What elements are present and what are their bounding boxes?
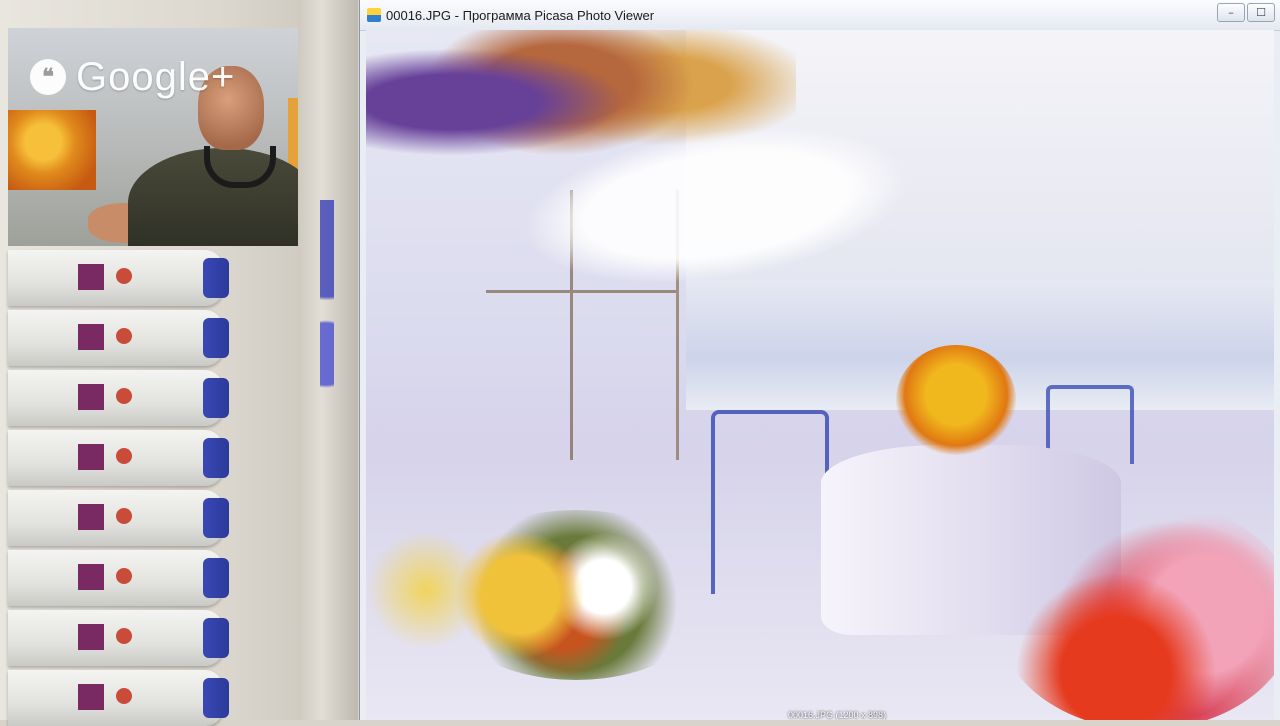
window-title: 00016.JPG - Программа Picasa Photo Viewe… (386, 8, 655, 23)
tube-cap (203, 318, 229, 358)
tube-cap (203, 438, 229, 478)
minimize-button[interactable]: – (1217, 3, 1245, 22)
painting-flower-bush-left (436, 510, 716, 680)
maximize-button[interactable]: ☐ (1247, 3, 1275, 22)
tube-logo (116, 328, 132, 344)
tube-logo (116, 628, 132, 644)
paint-tube (8, 430, 229, 486)
tube-cap (203, 618, 229, 658)
paint-tube (8, 550, 229, 606)
tube-cap (203, 378, 229, 418)
paint-tube (8, 310, 229, 366)
tube-logo (116, 688, 132, 704)
tube-label-band (78, 684, 104, 710)
painting-photo[interactable]: 00016.JPG (1200 x 898) (366, 30, 1274, 720)
tube-logo (116, 448, 132, 464)
paint-tubes (8, 250, 238, 726)
paint-tube (8, 610, 229, 666)
paint-tube (8, 490, 229, 546)
tube-logo (116, 568, 132, 584)
paint-splash (320, 200, 334, 420)
picasa-icon (367, 8, 381, 22)
tube-label-band (78, 444, 104, 470)
webcam-studio-background: ❝ Google+ (0, 0, 358, 726)
paint-tube (8, 670, 229, 726)
tube-label-band (78, 564, 104, 590)
hangout-video-feed: ❝ Google+ (8, 28, 298, 246)
tube-label-band (78, 624, 104, 650)
tube-cap (203, 678, 229, 718)
tube-label-band (78, 384, 104, 410)
google-plus-watermark: ❝ Google+ (30, 52, 235, 102)
google-plus-bubble-icon: ❝ (30, 59, 66, 95)
tube-logo (116, 388, 132, 404)
photo-caption: 00016.JPG (1200 x 898) (788, 710, 887, 720)
tube-cap (203, 498, 229, 538)
tube-label-band (78, 264, 104, 290)
easel-edge (298, 0, 358, 720)
title-bar[interactable]: 00016.JPG - Программа Picasa Photo Viewe… (360, 0, 1280, 31)
paint-tube (8, 250, 229, 306)
tube-label-band (78, 504, 104, 530)
tube-cap (203, 558, 229, 598)
tube-cap (203, 258, 229, 298)
tube-logo (116, 508, 132, 524)
wall-painting-edge (288, 98, 298, 168)
window-controls: – ☐ (1217, 3, 1275, 22)
picasa-viewer-window: 00016.JPG - Программа Picasa Photo Viewe… (359, 0, 1280, 720)
paint-tube (8, 370, 229, 426)
tube-label-band (78, 324, 104, 350)
painting-blue-chair (711, 410, 829, 594)
tube-logo (116, 268, 132, 284)
google-plus-wordmark: Google+ (76, 54, 236, 99)
wall-painting (8, 110, 96, 190)
painting-vase-flowers (896, 345, 1016, 455)
